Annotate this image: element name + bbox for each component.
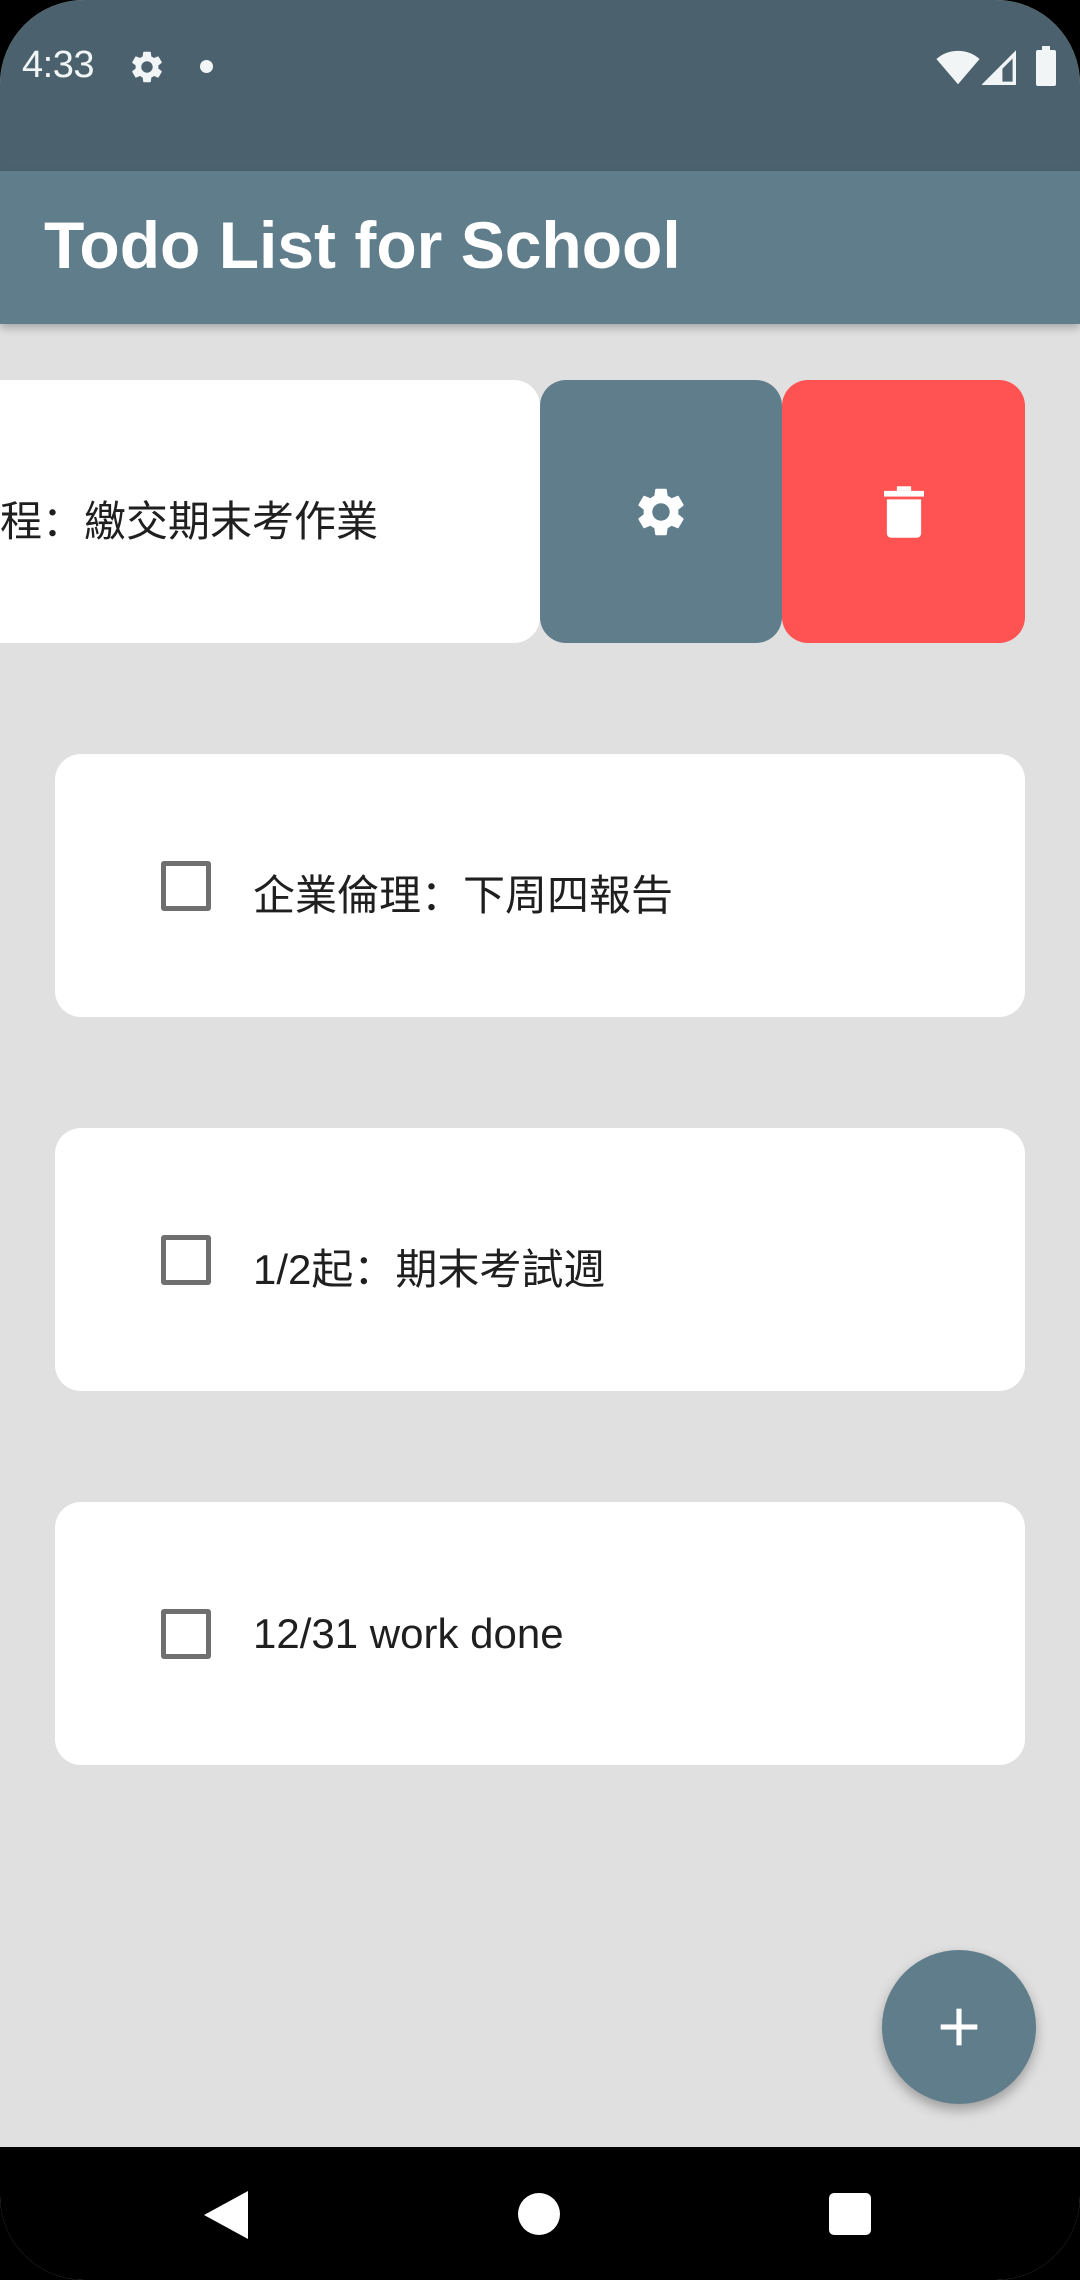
signal-icon bbox=[982, 50, 1016, 85]
todo-checkbox[interactable] bbox=[161, 1235, 211, 1285]
delete-todo-button[interactable] bbox=[782, 380, 1025, 643]
wifi-icon bbox=[936, 50, 980, 85]
home-icon[interactable] bbox=[518, 2193, 560, 2235]
navigation-bar bbox=[0, 2147, 1080, 2280]
todo-checkbox[interactable] bbox=[161, 861, 211, 911]
add-todo-button[interactable] bbox=[882, 1950, 1036, 2104]
todo-text: 程：繳交期末考作業 bbox=[0, 498, 378, 545]
status-bar: 4:33 bbox=[0, 0, 1080, 171]
phone-screen: 4:33 Todo List for School 程：繳交期末考作業 企業倫理… bbox=[0, 0, 1080, 2280]
todo-checkbox[interactable] bbox=[161, 1609, 211, 1659]
app-bar: Todo List for School bbox=[0, 171, 1080, 324]
back-icon[interactable] bbox=[204, 2191, 248, 2239]
status-time: 4:33 bbox=[22, 44, 94, 86]
todo-item-swiped[interactable]: 程：繳交期末考作業 bbox=[0, 380, 540, 643]
plus-icon bbox=[940, 2008, 978, 2046]
gear-icon bbox=[132, 51, 162, 83]
todo-text: 1/2起：期末考試週 bbox=[253, 1246, 606, 1293]
edit-todo-button[interactable] bbox=[540, 380, 782, 643]
battery-icon bbox=[1036, 46, 1056, 86]
todo-item[interactable]: 1/2起：期末考試週 bbox=[55, 1128, 1025, 1391]
trash-icon bbox=[883, 485, 924, 538]
notification-dot-icon bbox=[200, 60, 213, 73]
todo-item[interactable]: 企業倫理：下周四報告 bbox=[55, 754, 1025, 1017]
todo-text: 企業倫理：下周四報告 bbox=[253, 872, 674, 919]
gear-icon bbox=[638, 488, 684, 535]
todo-item[interactable]: 12/31 work done bbox=[55, 1502, 1025, 1765]
recents-icon[interactable] bbox=[829, 2193, 871, 2235]
app-title: Todo List for School bbox=[44, 208, 681, 282]
todo-text: 12/31 work done bbox=[253, 1610, 564, 1657]
